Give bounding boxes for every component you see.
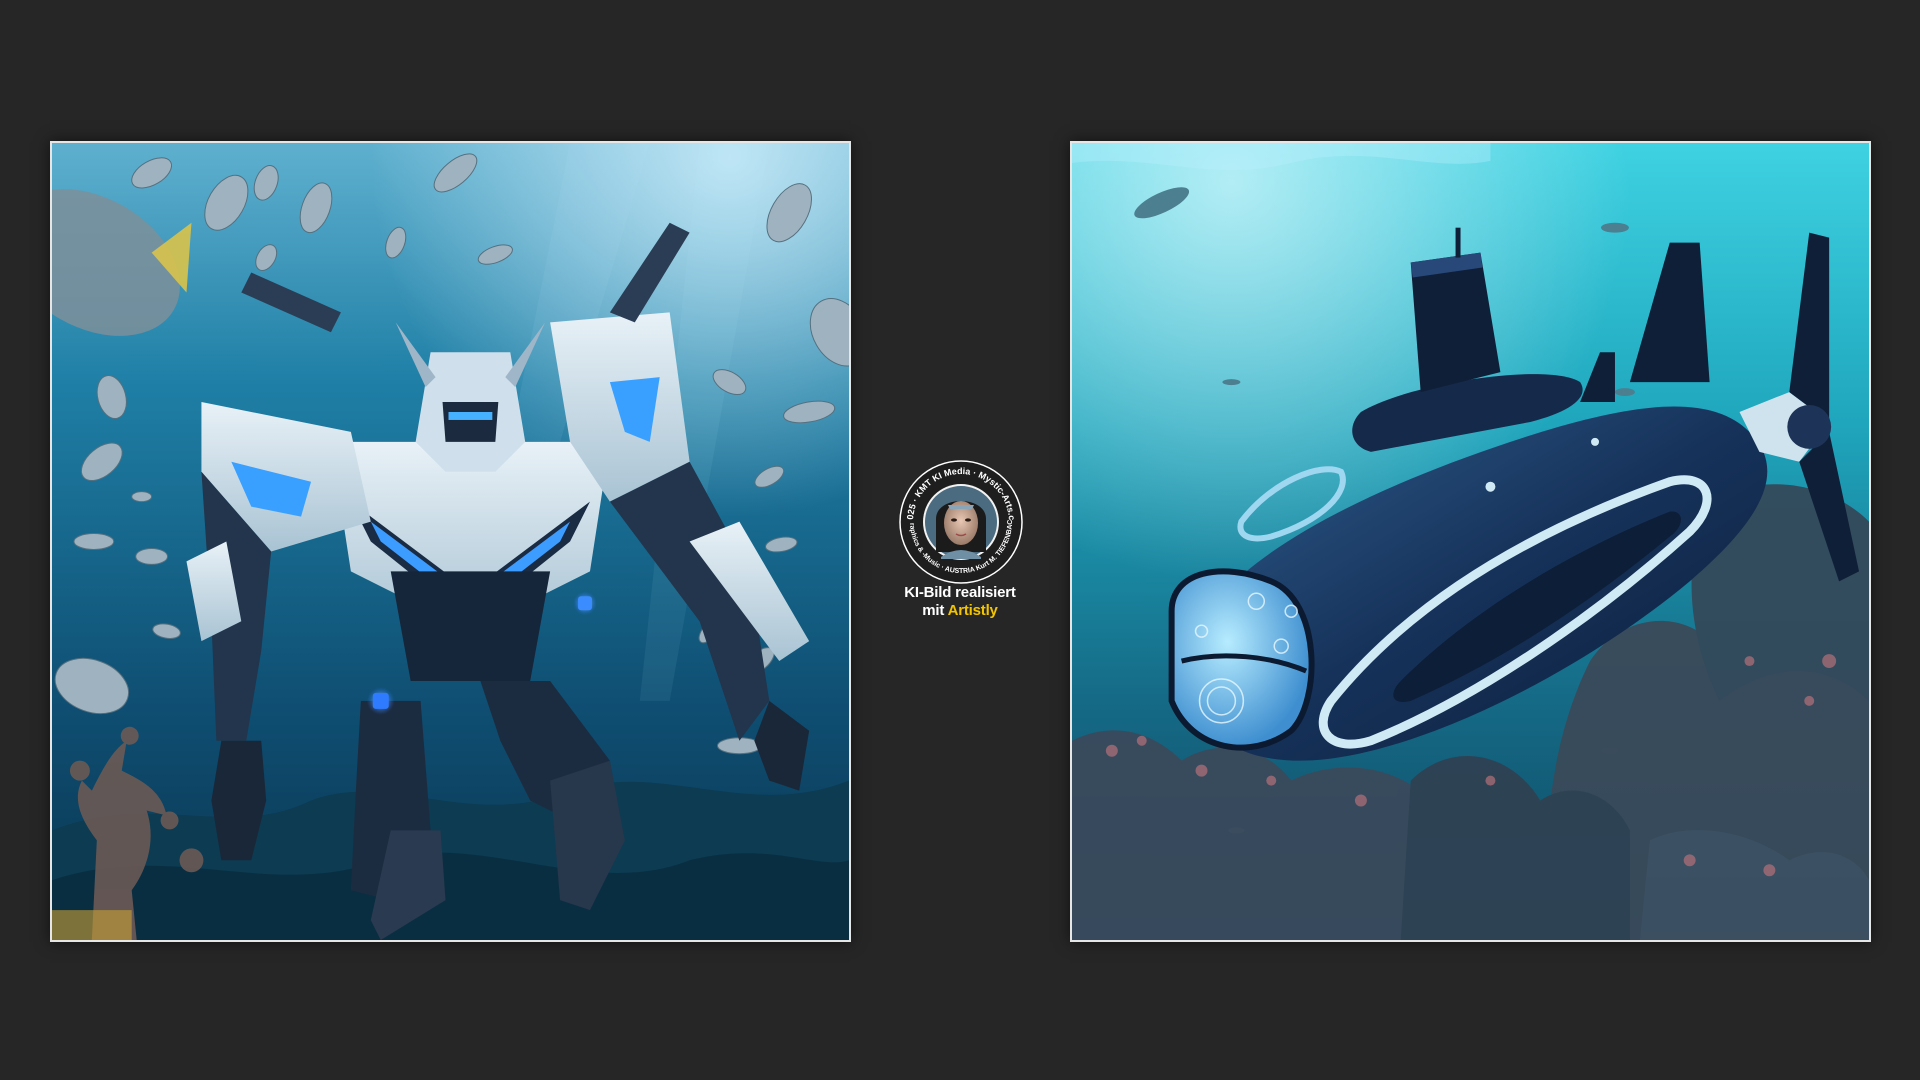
caption-brand: Artistly <box>947 602 998 619</box>
caption-prefix: mit <box>922 602 945 619</box>
submarine-image <box>1072 143 1869 940</box>
left-image-frame <box>50 141 851 942</box>
image-credit-caption: KI-Bild realisiert mit Artistly <box>860 584 1060 620</box>
caption-line-2: mit Artistly <box>860 602 1060 620</box>
right-image-frame <box>1070 141 1871 942</box>
creator-badge: © 2025 · KMT KI Media · Mystic-Arts.com … <box>896 457 1026 587</box>
portrait-icon <box>923 484 999 560</box>
caption-line-1: KI-Bild realisiert <box>904 584 1016 601</box>
slide-canvas: © 2025 · KMT KI Media · Mystic-Arts.com … <box>0 0 1920 1080</box>
underwater-robot-image <box>52 143 849 940</box>
